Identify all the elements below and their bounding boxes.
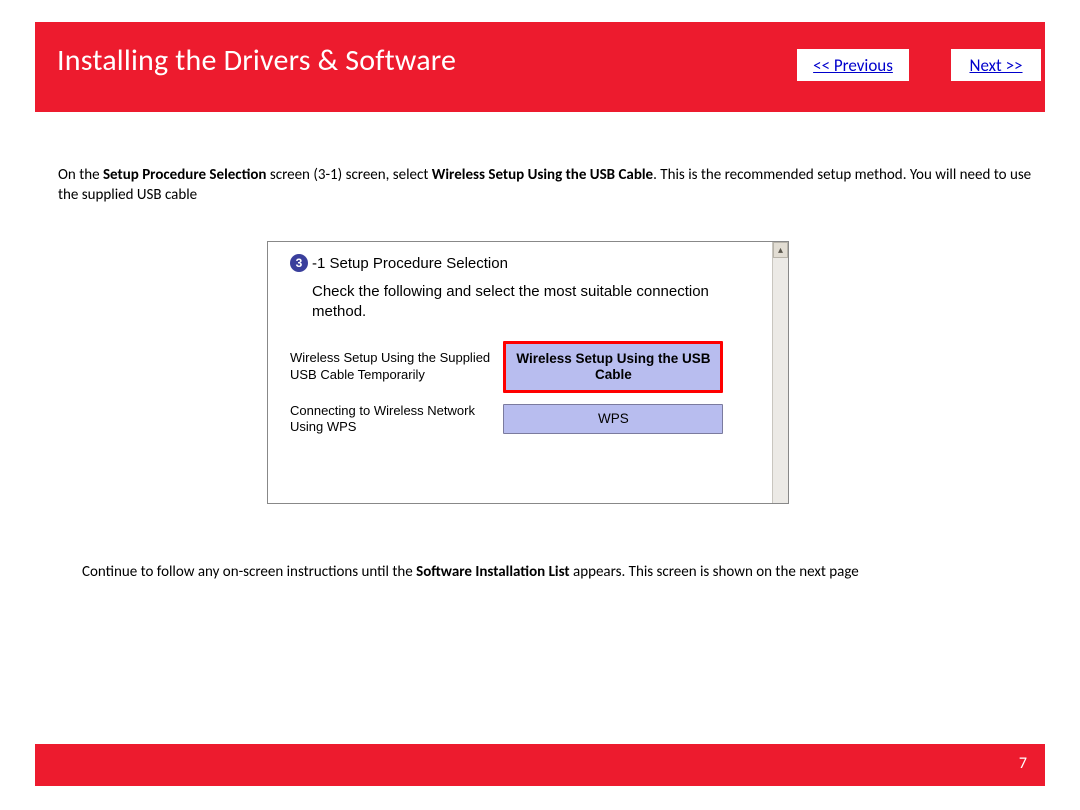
document-page: Installing the Drivers & Software << Pre… [0, 0, 1080, 810]
continue-pre: Continue to follow any on-screen instruc… [82, 563, 416, 581]
intro-bold-1: Setup Procedure Selection [103, 166, 267, 184]
table-row: Connecting to Wireless Network Using WPS… [290, 397, 754, 442]
option-label: Wireless Setup Using the Supplied USB Ca… [290, 337, 503, 397]
step-heading: 3 -1 Setup Procedure Selection [290, 254, 754, 272]
wps-button[interactable]: WPS [503, 404, 723, 434]
footer-band: 7 [35, 744, 1045, 786]
scrollbar[interactable]: ▴ [772, 242, 788, 503]
scroll-up-icon[interactable]: ▴ [773, 242, 788, 258]
previous-button[interactable]: << Previous [797, 49, 909, 81]
continue-paragraph: Continue to follow any on-screen instruc… [82, 562, 1002, 582]
continue-post: appears. This screen is shown on the nex… [570, 563, 859, 581]
table-row: Wireless Setup Using the Supplied USB Ca… [290, 337, 754, 397]
intro-bold-2: Wireless Setup Using the USB Cable [432, 166, 653, 184]
step-description: Check the following and select the most … [312, 282, 742, 323]
options-table: Wireless Setup Using the Supplied USB Ca… [290, 337, 754, 442]
next-button[interactable]: Next >> [951, 49, 1041, 81]
option-label: Connecting to Wireless Network Using WPS [290, 397, 503, 442]
step-number-badge: 3 [290, 254, 308, 272]
header-band: Installing the Drivers & Software << Pre… [35, 22, 1045, 112]
intro-pre: On the [58, 166, 103, 184]
screenshot-content: 3 -1 Setup Procedure Selection Check the… [268, 242, 772, 503]
setup-screenshot: ▴ 3 -1 Setup Procedure Selection Check t… [267, 241, 789, 504]
continue-bold: Software Installation List [416, 563, 570, 581]
page-title: Installing the Drivers & Software [35, 22, 456, 79]
intro-paragraph: On the Setup Procedure Selection screen … [58, 165, 1038, 206]
intro-mid: screen (3-1) screen, select [266, 166, 431, 184]
wireless-usb-button[interactable]: Wireless Setup Using the USB Cable [503, 341, 723, 393]
step-title-text: -1 Setup Procedure Selection [312, 255, 508, 272]
page-number: 7 [1019, 754, 1027, 773]
